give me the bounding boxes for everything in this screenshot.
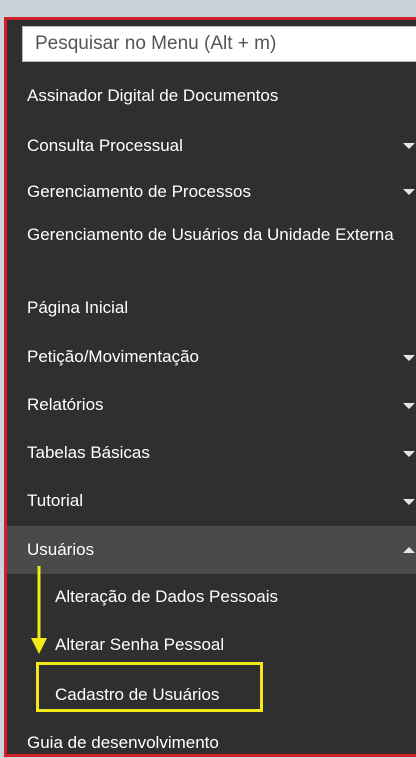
menu-item-gerenciamento-processos[interactable]: Gerenciamento de Processos bbox=[7, 170, 416, 214]
menu-item-label: Página Inicial bbox=[27, 298, 129, 317]
menu-item-label: Petição/Movimentação bbox=[27, 347, 199, 366]
menu-item-relatorios[interactable]: Relatórios bbox=[7, 382, 416, 430]
menu-search-input[interactable]: Pesquisar no Menu (Alt + m) bbox=[22, 26, 416, 62]
menu-item-label: Usuários bbox=[27, 540, 95, 559]
chevron-down-icon bbox=[403, 189, 415, 195]
menu-item-label: Tutorial bbox=[27, 491, 84, 510]
menu-item-label: Tabelas Básicas bbox=[27, 443, 150, 462]
submenu-item-label: Alterar Senha Pessoal bbox=[55, 635, 225, 654]
menu-item-tutorial[interactable]: Tutorial bbox=[7, 478, 416, 526]
menu-item-label: Gerenciamento de Usuários da Unidade Ext… bbox=[27, 225, 394, 244]
menu-item-peticao-movimentacao[interactable]: Petição/Movimentação bbox=[7, 334, 416, 382]
annotation-highlight-box bbox=[36, 662, 263, 712]
menu-item-tabelas-basicas[interactable]: Tabelas Básicas bbox=[7, 430, 416, 478]
menu-item-label: Relatórios bbox=[27, 395, 104, 414]
annotation-arrow-icon bbox=[31, 566, 47, 654]
submenu-item-label: Alteração de Dados Pessoais bbox=[55, 587, 279, 606]
menu-item-consulta-processual[interactable]: Consulta Processual bbox=[7, 122, 416, 170]
chevron-up-icon bbox=[403, 547, 415, 553]
chevron-down-icon bbox=[403, 499, 415, 505]
chevron-down-icon bbox=[403, 143, 415, 149]
menu-item-label: Consulta Processual bbox=[27, 136, 183, 155]
side-menu: Assinador Digital de Documentos Consulta… bbox=[7, 70, 416, 758]
menu-item-assinador-digital[interactable]: Assinador Digital de Documentos bbox=[7, 70, 416, 122]
menu-item-usuarios[interactable]: Usuários bbox=[7, 526, 416, 574]
menu-item-label: Guia de desenvolvimento bbox=[27, 733, 219, 752]
menu-item-gerenciamento-usuarios-unidade-externa[interactable]: Gerenciamento de Usuários da Unidade Ext… bbox=[7, 214, 416, 286]
chevron-down-icon bbox=[403, 451, 415, 457]
chevron-down-icon bbox=[403, 355, 415, 361]
chevron-down-icon bbox=[403, 403, 415, 409]
menu-item-pagina-inicial[interactable]: Página Inicial bbox=[7, 286, 416, 334]
menu-item-label: Assinador Digital de Documentos bbox=[27, 86, 279, 105]
menu-item-label: Gerenciamento de Processos bbox=[27, 182, 251, 201]
menu-item-guia-desenvolvimento[interactable]: Guia de desenvolvimento bbox=[7, 718, 416, 758]
submenu-item-alteracao-dados-pessoais[interactable]: Alteração de Dados Pessoais bbox=[7, 574, 416, 622]
